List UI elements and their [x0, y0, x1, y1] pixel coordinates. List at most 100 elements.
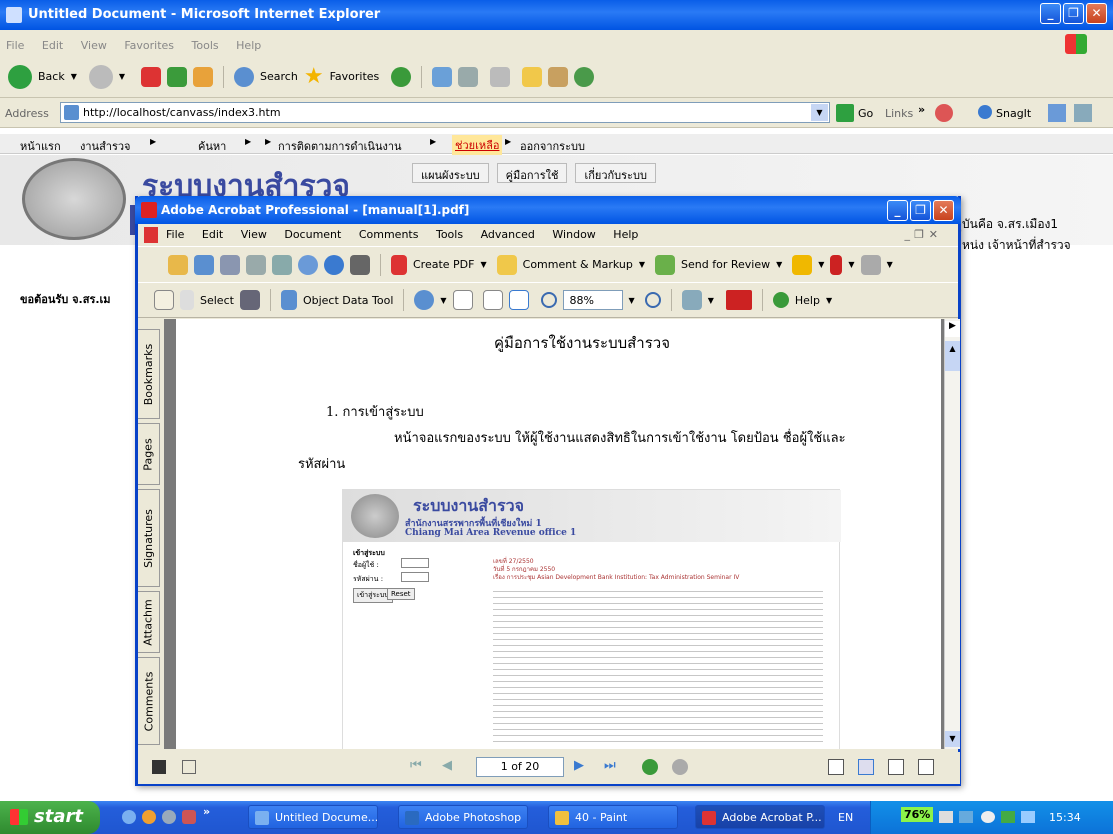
tab-attachments[interactable]: Attachm [138, 591, 160, 653]
quicklaunch-media-icon[interactable] [142, 810, 156, 824]
menu-view[interactable]: View [81, 39, 107, 52]
next-page-icon[interactable]: ▶ [574, 758, 584, 773]
comment-markup-button[interactable]: Comment & Markup [523, 258, 633, 271]
refresh-icon[interactable] [167, 66, 188, 87]
plug-icon[interactable] [939, 811, 953, 823]
document-viewport[interactable]: คู่มือการใช้งานระบบสำรวจ 1. การเข้าสู่ระ… [164, 319, 944, 749]
quicklaunch-ie-icon[interactable] [122, 810, 136, 824]
nav-home[interactable]: หน้าแรก [20, 137, 61, 155]
close-icon[interactable]: ✕ [1086, 3, 1107, 24]
links-button[interactable]: Links [885, 107, 913, 120]
nav-search[interactable]: ค้นหา [198, 137, 226, 155]
acro-menu-view[interactable]: View [241, 228, 267, 241]
close-icon[interactable]: ✕ [933, 200, 954, 221]
zoom-out-icon[interactable] [540, 292, 557, 308]
hand-tool-icon[interactable] [154, 290, 174, 310]
maximize-icon[interactable]: ❐ [910, 200, 931, 221]
forms-icon[interactable] [860, 254, 881, 275]
options-icon[interactable] [182, 760, 196, 774]
select-cursor-icon[interactable] [180, 290, 194, 310]
create-pdf-button[interactable]: Create PDF [413, 258, 474, 271]
favorites-star-icon[interactable]: ★ [304, 64, 324, 89]
volume-icon[interactable] [981, 811, 995, 823]
scroll-thumb[interactable] [945, 357, 960, 371]
select-button[interactable]: Select [200, 294, 234, 307]
zoom-level-field[interactable]: 88% [562, 290, 623, 310]
tab-bookmarks[interactable]: Bookmarks [138, 329, 160, 419]
rotate-icon[interactable] [681, 290, 702, 310]
quicklaunch-app-icon[interactable] [162, 810, 176, 824]
acro-menu-window[interactable]: Window [552, 228, 595, 241]
quicklaunch-more-icon[interactable]: » [203, 805, 210, 818]
network-icon[interactable] [959, 811, 973, 823]
attach-icon[interactable] [298, 254, 318, 275]
submenu-sitemap[interactable]: แผนผังระบบ [412, 163, 489, 183]
minimize-icon[interactable]: _ [1040, 3, 1061, 24]
address-dropdown-icon[interactable]: ▼ [811, 104, 828, 121]
continuous-icon[interactable] [858, 759, 874, 775]
secure-lock-icon[interactable] [792, 254, 813, 275]
scroll-down-icon[interactable]: ▼ [945, 731, 960, 747]
menu-tools[interactable]: Tools [192, 39, 219, 52]
help-button[interactable]: Help [795, 294, 820, 307]
capture-window-icon[interactable] [1074, 104, 1092, 122]
acro-menu-advanced[interactable]: Advanced [481, 228, 535, 241]
chevron-down-icon[interactable]: ▼ [708, 296, 714, 305]
chevron-down-icon[interactable]: ▼ [887, 260, 893, 269]
clock[interactable]: 15:34 [1049, 811, 1081, 824]
acro-menu-comments[interactable]: Comments [359, 228, 419, 241]
forward-arrow-icon[interactable] [88, 64, 113, 89]
menu-favorites[interactable]: Favorites [124, 39, 174, 52]
go-forward-view-icon[interactable] [672, 759, 688, 775]
back-arrow-icon[interactable] [8, 64, 32, 89]
acro-menu-document[interactable]: Document [284, 228, 341, 241]
doc-minimize-icon[interactable]: _ [905, 228, 911, 241]
submenu-manual[interactable]: คู่มือการใช้ [496, 163, 568, 183]
help-icon[interactable] [772, 292, 789, 308]
tray-app-icon[interactable] [1021, 811, 1035, 823]
snapshot-icon[interactable] [239, 290, 260, 310]
chevron-down-icon[interactable]: ▼ [480, 260, 486, 269]
chevron-down-icon[interactable]: ▼ [776, 260, 782, 269]
language-indicator[interactable]: EN [838, 811, 853, 824]
continuous-facing-icon[interactable] [918, 759, 934, 775]
submenu-about[interactable]: เกี่ยวกับระบบ [575, 163, 656, 183]
quicklaunch-extra-icon[interactable] [182, 810, 196, 824]
pane-toggle-icon[interactable] [152, 760, 166, 774]
taskbar-item-acrobat[interactable]: Adobe Acrobat P... [695, 805, 825, 829]
nav-tracking[interactable]: การติดตามการดำเนินงาน [278, 137, 402, 155]
chevron-down-icon[interactable]: ▼ [119, 72, 125, 81]
chevron-down-icon[interactable]: ▼ [826, 296, 832, 305]
acro-menu-help[interactable]: Help [613, 228, 638, 241]
nav-survey[interactable]: งานสำรวจ [80, 137, 131, 155]
web-icon[interactable] [324, 254, 344, 275]
zoom-plus-icon[interactable] [644, 292, 661, 308]
search-icon[interactable] [234, 66, 255, 87]
fit-page-icon[interactable] [482, 290, 503, 310]
menu-file[interactable]: File [6, 39, 24, 52]
menu-help[interactable]: Help [236, 39, 261, 52]
sign-pen-icon[interactable] [830, 254, 843, 275]
tab-signatures[interactable]: Signatures [138, 489, 160, 587]
tab-comments[interactable]: Comments [138, 657, 160, 745]
acro-menu-file[interactable]: File [166, 228, 184, 241]
acro-menu-tools[interactable]: Tools [436, 228, 463, 241]
chevron-down-icon[interactable]: ▼ [71, 72, 77, 81]
save-icon[interactable] [220, 254, 240, 275]
expand-pane-icon[interactable]: ▶ [945, 321, 960, 337]
maximize-icon[interactable]: ❐ [1063, 3, 1084, 24]
email-icon[interactable] [272, 254, 292, 275]
minimize-icon[interactable]: _ [887, 200, 908, 221]
last-page-icon[interactable]: ⏭ [604, 758, 616, 773]
home-icon[interactable] [193, 66, 214, 87]
yahoo-icon[interactable] [725, 290, 752, 310]
battery-level[interactable]: 76% [901, 807, 934, 822]
search-button[interactable]: Search [260, 70, 298, 83]
doc-close-icon[interactable]: ✕ [929, 228, 938, 241]
create-pdf-icon[interactable] [391, 254, 407, 275]
media-icon[interactable] [391, 66, 412, 87]
folder-icon[interactable] [522, 66, 543, 87]
open-icon[interactable] [168, 254, 188, 275]
previous-page-icon[interactable]: ◀ [442, 758, 452, 773]
send-review-icon[interactable] [655, 254, 676, 275]
